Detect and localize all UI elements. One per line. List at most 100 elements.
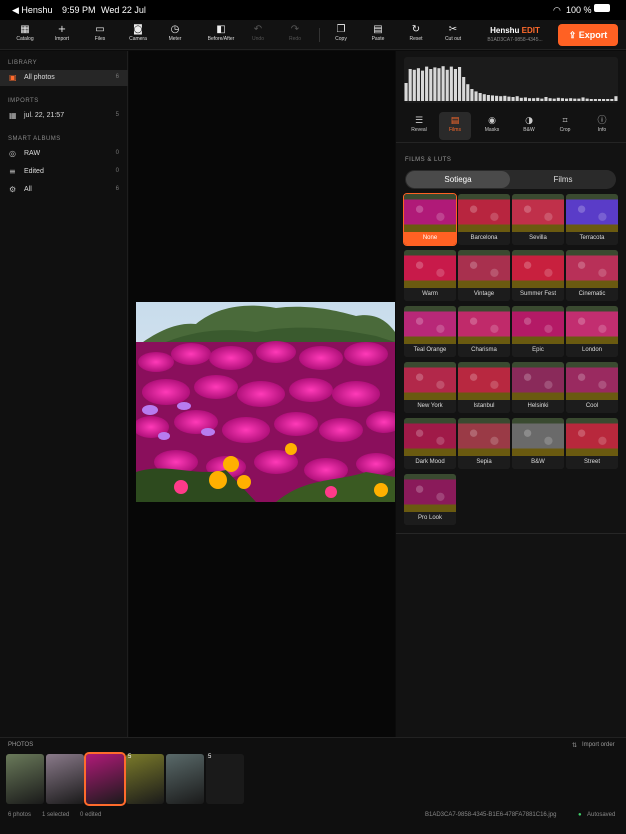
film-thumbnail	[458, 194, 510, 232]
back-to-app[interactable]: ◀ Henshu	[12, 5, 52, 16]
app-edition: EDIT	[521, 26, 540, 35]
film-preset-none[interactable]: None	[403, 193, 457, 246]
photo-thumbnail[interactable]	[126, 754, 164, 804]
app-name: Henshu	[490, 26, 520, 35]
film-label: B&W	[512, 456, 564, 469]
film-preset-street[interactable]: Street	[566, 418, 618, 469]
copy-button[interactable]: ❐ Copy	[323, 24, 359, 42]
film-preset-istanbul[interactable]: Istanbul	[458, 362, 510, 413]
film-preset-summer-fest[interactable]: Summer Fest	[512, 250, 564, 301]
histogram-bar	[495, 95, 499, 101]
histogram-bar	[466, 84, 470, 101]
photo-strip: PHOTOS ⇅ Import order 5 5 6 photos 1 sele…	[0, 737, 626, 834]
histogram-bar	[560, 98, 564, 101]
film-preset-sepia[interactable]: Sepia	[458, 418, 510, 469]
meter-button[interactable]: ◷ Meter	[157, 24, 193, 42]
histogram-bar	[425, 66, 429, 101]
app-brand: Henshu EDIT B1AD3CA7-9858-4345...	[470, 26, 560, 43]
redo-icon: ↷	[290, 24, 300, 35]
film-preset-vintage[interactable]: Vintage	[458, 250, 510, 301]
paste-button[interactable]: ▤ Paste	[360, 24, 396, 42]
panel-divider	[396, 533, 626, 534]
tab-masks[interactable]: ◉ Masks	[476, 112, 508, 140]
sidebar-item-all[interactable]: ⚙ All 6	[0, 182, 128, 198]
film-preset-cinematic[interactable]: Cinematic	[566, 250, 618, 301]
film-preset-terracota[interactable]: Terracota	[566, 194, 618, 245]
histogram-bar	[420, 70, 425, 101]
info-icon: ⓘ	[597, 116, 607, 126]
segment-films[interactable]: Films	[511, 171, 615, 188]
undo-button[interactable]: ↶ Undo	[240, 24, 276, 42]
histogram-bar	[581, 97, 585, 101]
scissors-icon: ✂	[448, 24, 458, 35]
film-preset-charisma[interactable]: Charisma	[458, 306, 510, 357]
import-button[interactable]: + Import	[44, 24, 80, 42]
film-thumbnail	[512, 250, 564, 288]
photo-thumbnail[interactable]	[206, 754, 244, 804]
film-preset-pro-look[interactable]: Pro Look	[404, 474, 456, 525]
film-preset-barcelona[interactable]: Barcelona	[458, 194, 510, 245]
histogram-bar	[610, 99, 614, 101]
edit-panel: ☰ Reveal ▤ Films ◉ Masks ◑ B&W ⌗ Crop ⓘ Info F…	[396, 51, 626, 737]
film-preset-warm[interactable]: Warm	[404, 250, 456, 301]
histogram-bar	[478, 93, 482, 101]
film-source-segmented: Sotiega Films	[405, 170, 616, 189]
photo-viewer[interactable]	[129, 51, 395, 737]
photo-thumbnail[interactable]	[6, 754, 44, 804]
photo-thumbnail[interactable]	[166, 754, 204, 804]
histogram-bar	[540, 98, 544, 101]
tab-bw[interactable]: ◑ B&W	[513, 112, 545, 140]
tab-crop[interactable]: ⌗ Crop	[549, 112, 581, 140]
film-thumbnail	[566, 362, 618, 400]
tab-films[interactable]: ▤ Films	[439, 112, 471, 140]
camera-button[interactable]: ◙ Camera	[120, 24, 156, 42]
segment-sotiega[interactable]: Sotiega	[406, 171, 510, 188]
film-preset-new-york[interactable]: New York	[404, 362, 456, 413]
film-preset-helsinki[interactable]: Helsinki	[512, 362, 564, 413]
tab-reveal[interactable]: ☰ Reveal	[403, 112, 435, 140]
catalog-button[interactable]: ▦ Catalog	[7, 24, 43, 42]
paste-icon: ▤	[373, 24, 383, 35]
film-preset-teal-orange[interactable]: Teal Orange	[404, 306, 456, 357]
film-thumbnail	[404, 306, 456, 344]
histogram-bar	[433, 67, 437, 101]
film-label: Terracota	[566, 232, 618, 245]
histogram-bars	[404, 66, 618, 101]
toolbar-divider	[319, 28, 320, 42]
film-preset-epic[interactable]: Epic	[512, 306, 564, 357]
redo-button[interactable]: ↷ Redo	[277, 24, 313, 42]
film-thumbnail	[566, 194, 618, 232]
film-preset-sevilla[interactable]: Sevilla	[512, 194, 564, 245]
date: Wed 22 Jul	[101, 5, 146, 15]
undo-icon: ↶	[253, 24, 263, 35]
files-button[interactable]: ▭ Files	[82, 24, 118, 42]
histogram-bar	[437, 68, 441, 101]
sidebar-item-raw[interactable]: ◎ RAW 0	[0, 146, 128, 162]
film-preset-b-w[interactable]: B&W	[512, 418, 564, 469]
photo-thumbnail[interactable]	[46, 754, 84, 804]
film-thumbnail	[566, 418, 618, 456]
before-after-button[interactable]: ◧ Before/After	[202, 24, 240, 42]
film-label: Barcelona	[458, 232, 510, 245]
film-preset-cool[interactable]: Cool	[566, 362, 618, 413]
reset-button[interactable]: ↻ Reset	[398, 24, 434, 42]
histogram-bar	[515, 96, 519, 101]
film-thumbnail	[512, 418, 564, 456]
film-preset-london[interactable]: London	[566, 306, 618, 357]
sort-icon[interactable]: ⇅	[572, 742, 577, 749]
sidebar-item-import-jul22[interactable]: ▦ jul. 22, 21:57 5	[0, 108, 128, 124]
tab-info[interactable]: ⓘ Info	[586, 112, 618, 140]
sidebar-item-edited[interactable]: ≡ Edited 0	[0, 164, 128, 180]
share-icon: ⇪	[568, 30, 577, 40]
import-order-button[interactable]: Import order	[582, 742, 615, 748]
photo-thumbnail[interactable]	[84, 752, 126, 806]
film-label: Summer Fest	[512, 288, 564, 301]
film-preset-dark-mood[interactable]: Dark Mood	[404, 418, 456, 469]
export-button[interactable]: ⇪ Export	[558, 24, 618, 46]
sidebar-item-all-photos[interactable]: ▣ All photos 6	[0, 70, 128, 86]
main-photo[interactable]	[136, 302, 395, 502]
histogram-bar	[408, 69, 412, 101]
cut-out-button[interactable]: ✂ Cut out	[435, 24, 471, 42]
histogram-bar	[593, 99, 597, 101]
film-thumbnail	[404, 474, 456, 512]
